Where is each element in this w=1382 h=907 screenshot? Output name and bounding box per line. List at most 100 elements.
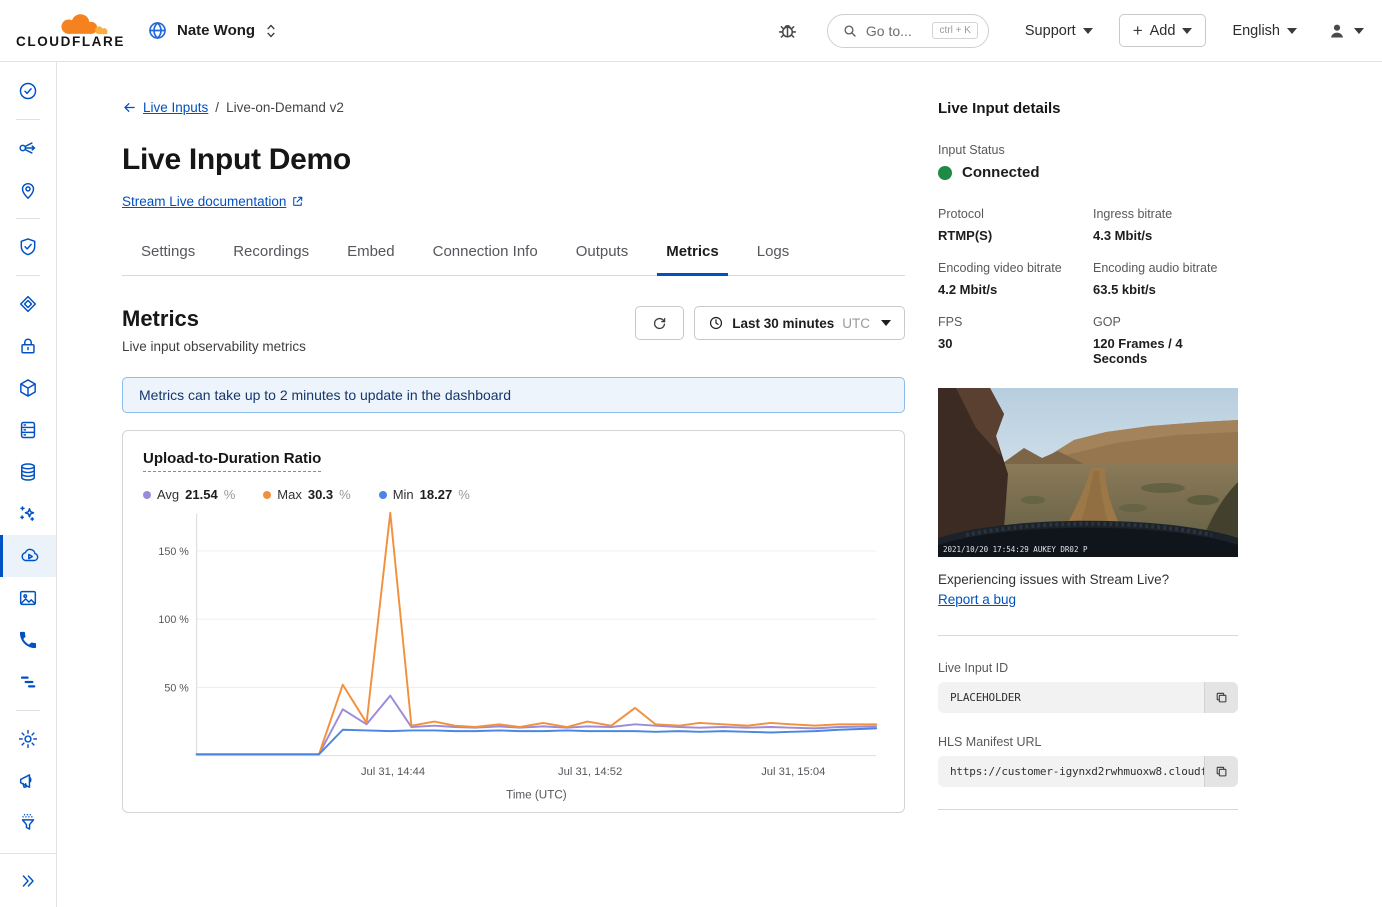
support-label: Support [1025,23,1076,39]
global-search-input[interactable]: Go to... ctrl + K [827,14,989,48]
svg-text:Jul 31, 15:04: Jul 31, 15:04 [761,766,825,778]
sidebar-item-stream[interactable] [0,535,56,577]
user-menu[interactable] [1327,21,1364,41]
layers-icon [17,293,39,315]
search-icon [842,23,858,39]
sidebar-item-cube[interactable] [0,367,56,409]
live-input-details-panel: Live Input details Input Status Connecte… [938,100,1238,907]
tab-logs[interactable]: Logs [748,235,799,276]
tabs-bar: Settings Recordings Embed Connection Info Ou… [122,235,905,276]
sparkles-icon [17,503,39,525]
hls-manifest-url-label: HLS Manifest URL [938,735,1238,749]
chart-title: Upload-to-Duration Ratio [143,450,321,472]
sidebar-item-server-rack[interactable] [0,409,56,451]
database-icon [17,461,39,483]
tab-settings[interactable]: Settings [132,235,204,276]
bug-icon[interactable] [776,18,799,43]
stream-issues-text: Experiencing issues with Stream Live? [938,572,1238,587]
hls-manifest-url-box: https://customer-igynxd2rwhmuoxw8.cloudf [938,756,1238,787]
copy-hls-url-button[interactable] [1204,756,1238,787]
svg-text:Jul 31, 14:44: Jul 31, 14:44 [361,766,425,778]
chart-card: Upload-to-Duration Ratio Avg21.54% Max30.… [122,430,905,813]
sidebar-item-bars[interactable] [0,661,56,703]
status-connected-dot [938,166,952,180]
svg-text:50 %: 50 % [164,682,189,694]
chevron-updown-icon [264,22,278,40]
support-menu[interactable]: Support [1025,23,1093,39]
detail-field-value: 63.5 kbit/s [1093,282,1238,297]
lock-icon [17,335,39,357]
sidebar-divider [16,218,40,219]
chart-legend: Avg21.54%Max30.3%Min18.27% [143,487,884,502]
tab-metrics[interactable]: Metrics [657,235,728,276]
breadcrumb-separator: / [215,100,219,115]
page-title: Live Input Demo [122,143,905,177]
legend-series-name: Min [393,487,414,502]
detail-field-label: Protocol [938,207,1083,221]
timezone-label: UTC [842,316,870,331]
legend-item-max: Max30.3% [263,487,350,502]
live-input-id-value[interactable]: PLACEHOLDER [938,682,1204,713]
legend-item-avg: Avg21.54% [143,487,235,502]
caret-down-icon [1287,28,1297,34]
server-rack-icon [17,419,39,441]
svg-text:Time (UTC): Time (UTC) [506,789,567,802]
language-menu[interactable]: English [1232,23,1297,39]
hls-manifest-url-value[interactable]: https://customer-igynxd2rwhmuoxw8.cloudf [938,756,1204,787]
time-range-dropdown[interactable]: Last 30 minutes UTC [694,306,905,340]
sidebar-item-location-pin[interactable] [0,169,56,211]
sidebar-item-phone[interactable] [0,619,56,661]
detail-field-protocol: ProtocolRTMP(S) [938,207,1083,243]
clock-check-icon [17,80,39,102]
sidebar-item-shield[interactable] [0,226,56,268]
tab-outputs[interactable]: Outputs [567,235,638,276]
add-button[interactable]: + Add [1119,14,1207,47]
funnel-icon [17,812,39,834]
metrics-subheading: Live input observability metrics [122,339,306,354]
caret-down-icon [1354,28,1364,34]
breadcrumb-back-label: Live Inputs [143,100,208,115]
sidebar-item-database[interactable] [0,451,56,493]
legend-series-name: Max [277,487,302,502]
cloudflare-logo[interactable]: CLOUDFLARE [16,13,125,49]
person-icon [1327,21,1347,41]
sidebar-item-sparkles[interactable] [0,493,56,535]
sidebar-item-layers[interactable] [0,283,56,325]
tab-embed[interactable]: Embed [338,235,404,276]
detail-field-ingress-bitrate: Ingress bitrate4.3 Mbit/s [1093,207,1238,243]
sidebar-item-images[interactable] [0,577,56,619]
sidebar-item-network[interactable] [0,127,56,169]
gear-icon [17,728,39,750]
refresh-button[interactable] [635,306,684,340]
legend-series-unit: % [339,487,351,502]
legend-dot [143,491,151,499]
detail-field-label: GOP [1093,315,1238,329]
search-placeholder: Go to... [866,23,925,39]
copy-input-id-button[interactable] [1204,682,1238,713]
live-video-preview[interactable]: 2021/10/20 17:54:29 AUKEY DR02 P [938,388,1238,557]
arrow-left-icon [122,100,137,115]
sidebar-divider [16,119,40,120]
cloudflare-wordmark: CLOUDFLARE [16,34,125,49]
external-link-icon [291,195,304,208]
expand-sidebar-button[interactable] [0,853,56,907]
detail-field-value: 4.3 Mbit/s [1093,228,1238,243]
location-pin-icon [17,179,39,201]
breadcrumb-back-link[interactable]: Live Inputs [122,100,208,115]
phone-icon [17,629,39,651]
sidebar-item-gear[interactable] [0,718,56,760]
language-label: English [1232,23,1280,39]
tab-connection-info[interactable]: Connection Info [424,235,547,276]
sidebar-item-funnel[interactable] [0,802,56,844]
legend-series-value: 21.54 [185,487,218,502]
divider [938,809,1238,810]
sidebar-item-megaphone[interactable] [0,760,56,802]
sidebar-item-clock-check[interactable] [0,70,56,112]
tab-recordings[interactable]: Recordings [224,235,318,276]
account-switcher[interactable]: Nate Wong [147,20,278,41]
details-heading: Live Input details [938,100,1238,117]
stream-docs-link[interactable]: Stream Live documentation [122,194,304,209]
breadcrumb-current: Live-on-Demand v2 [226,100,344,115]
sidebar-item-lock[interactable] [0,325,56,367]
report-bug-link[interactable]: Report a bug [938,592,1016,607]
